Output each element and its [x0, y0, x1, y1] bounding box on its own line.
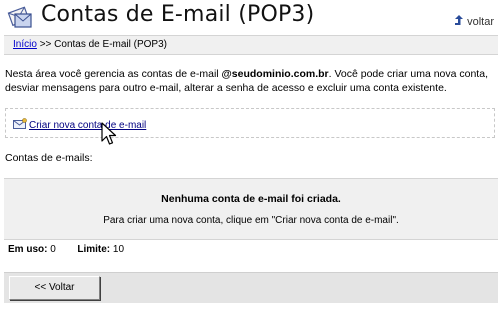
- usage-info: Em uso: 0 Limite: 10: [8, 244, 124, 255]
- limit-value: 10: [112, 244, 125, 255]
- in-use-label: Em uso:: [8, 244, 48, 255]
- intro-text-before: Nesta área você gerencia as contas de e-…: [5, 68, 222, 80]
- limit-label: Limite:: [77, 244, 111, 255]
- back-button[interactable]: << Voltar: [9, 276, 100, 300]
- email-envelope-logo-icon: [7, 4, 32, 28]
- new-email-icon: [13, 118, 29, 133]
- breadcrumb-separator: >>: [39, 39, 52, 50]
- breadcrumb: Início >> Contas de E-mail (POP3): [4, 35, 498, 55]
- voltar-top-link[interactable]: voltar: [453, 14, 494, 30]
- mouse-pointer-icon: [101, 122, 117, 151]
- empty-headline: Nenhuma conta de e-mail foi criada.: [161, 193, 341, 205]
- in-use-value: 0: [50, 244, 56, 255]
- accounts-empty-panel: Nenhuma conta de e-mail foi criada. Para…: [4, 178, 498, 240]
- page-header: Contas de E-mail (POP3) voltar: [0, 0, 502, 34]
- create-account-label: Criar nova conta de e-mail: [29, 120, 147, 131]
- create-account-box: Criar nova conta de e-mail: [5, 108, 495, 138]
- intro-text: Nesta área você gerencia as contas de e-…: [5, 67, 495, 95]
- intro-domain: @seudominio.com.br: [221, 68, 329, 80]
- arrow-up-back-icon: [453, 14, 467, 30]
- breadcrumb-home-link[interactable]: Início: [13, 39, 37, 50]
- empty-hint: Para criar uma nova conta, clique em "Cr…: [103, 215, 399, 226]
- breadcrumb-current: Contas de E-mail (POP3): [54, 39, 167, 50]
- create-account-link[interactable]: Criar nova conta de e-mail: [13, 118, 146, 133]
- footer-bar: << Voltar: [4, 272, 498, 303]
- accounts-section-label: Contas de e-mails:: [5, 152, 93, 164]
- voltar-top-label: voltar: [467, 16, 494, 28]
- page-title: Contas de E-mail (POP3): [41, 2, 315, 27]
